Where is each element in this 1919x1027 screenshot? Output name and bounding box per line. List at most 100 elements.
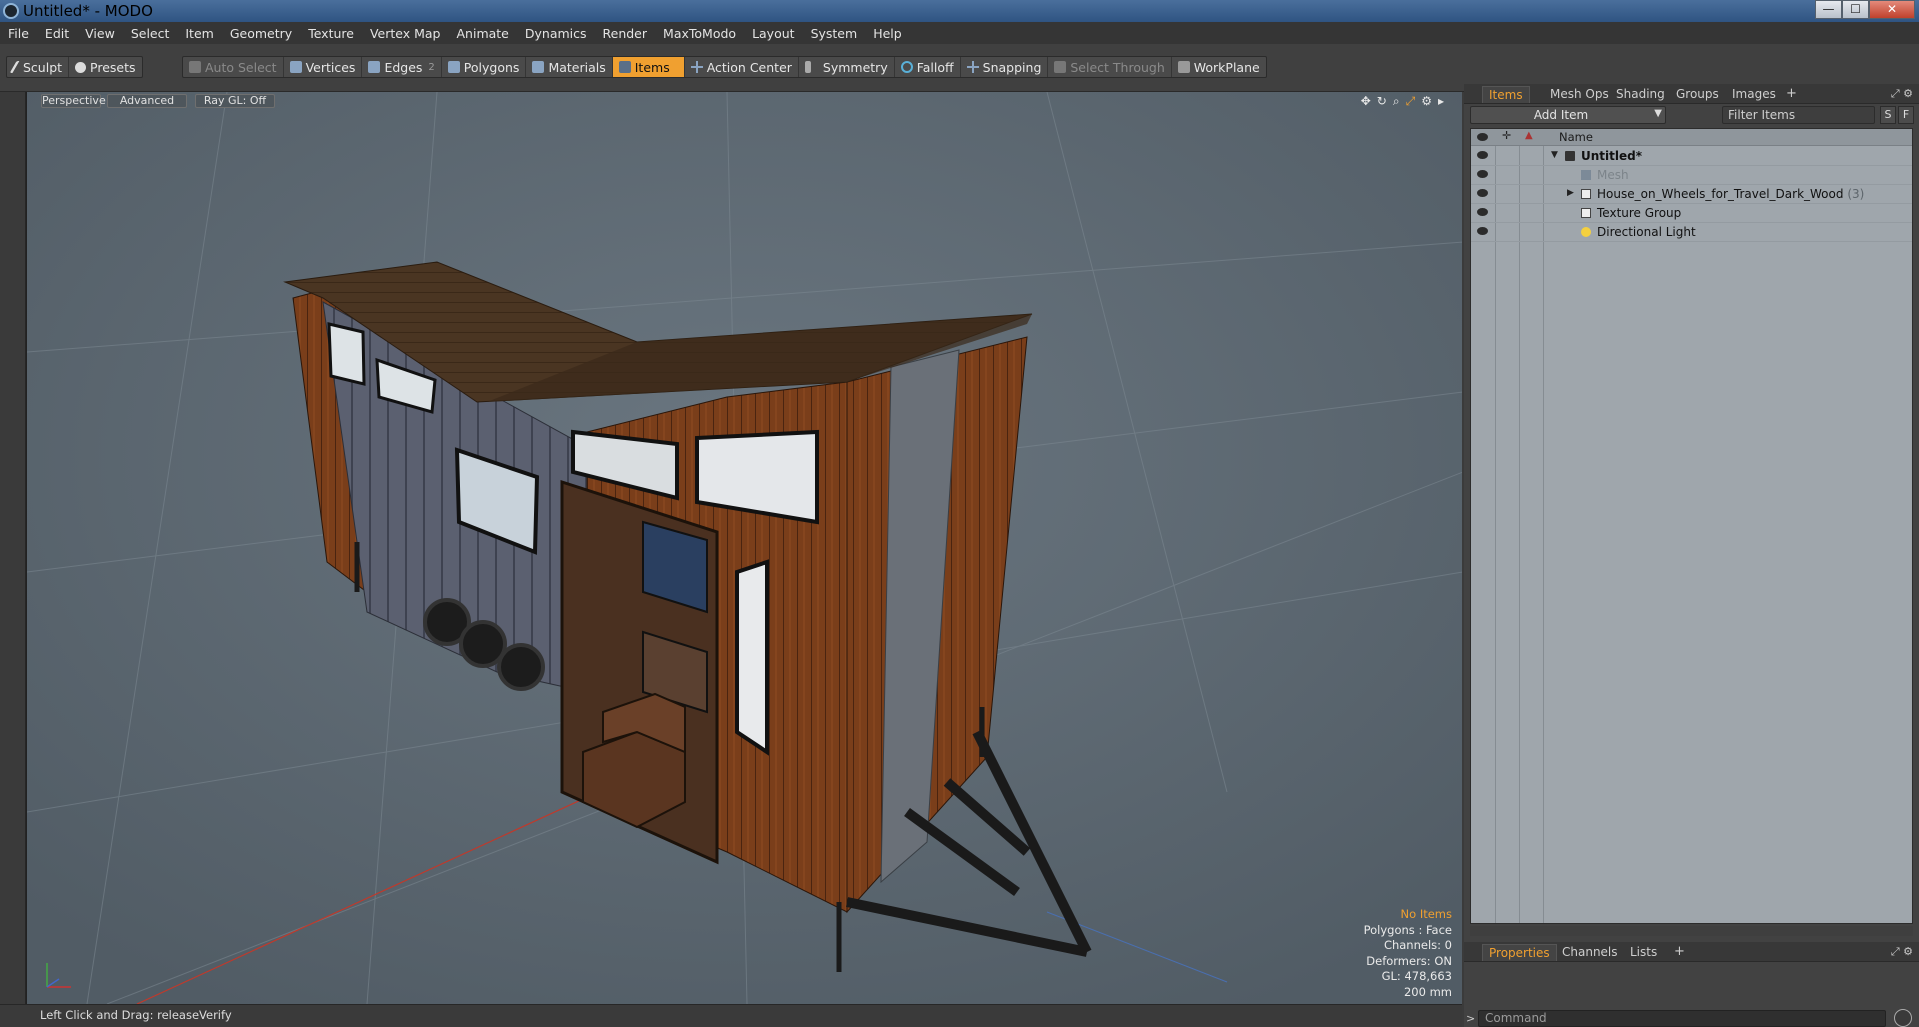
vertices-icon: [289, 61, 302, 73]
menu-help[interactable]: Help: [865, 26, 910, 41]
menu-file[interactable]: File: [0, 26, 37, 41]
menu-view[interactable]: View: [77, 26, 123, 41]
command-history-button[interactable]: [1894, 1009, 1912, 1027]
rotate-view-icon[interactable]: ↻: [1377, 94, 1387, 109]
viewport-nav-icons: ✥ ↻ ⌕ ⤢ ⚙ ▸: [1361, 94, 1444, 109]
menu-item[interactable]: Item: [177, 26, 221, 41]
items-label: Items: [634, 59, 670, 75]
add-item-dropdown[interactable]: Add Item ▼: [1470, 106, 1666, 124]
viewport-raygl-tab[interactable]: Ray GL: Off: [195, 94, 275, 108]
name-column-header[interactable]: Name: [1559, 130, 1593, 144]
list-item-untitled[interactable]: ▼ Untitled*: [1471, 147, 1912, 166]
item-list[interactable]: ✛ ▲ Name ▼ Untitled* Mesh ▶ House_on_Whe…: [1470, 128, 1913, 924]
tab-shading[interactable]: Shading: [1610, 86, 1671, 103]
viewport-header: Perspective Advanced Ray GL: Off: [27, 92, 1462, 110]
list-item-texture-group[interactable]: Texture Group: [1471, 204, 1912, 223]
menu-maxtomodo[interactable]: MaxToModo: [655, 26, 744, 41]
vertices-button[interactable]: Vertices: [284, 57, 363, 77]
filter-items-input[interactable]: Filter Items: [1722, 106, 1875, 124]
lock-column-icon[interactable]: ✛: [1502, 129, 1512, 142]
zoom-view-icon[interactable]: ⌕: [1393, 94, 1400, 109]
item-list-scrollbar[interactable]: [1470, 926, 1913, 936]
viewport-menu-icon[interactable]: ▸: [1438, 94, 1444, 109]
select-through-icon: [1054, 61, 1067, 73]
column-divider: [1543, 129, 1544, 923]
menu-vertex-map[interactable]: Vertex Map: [362, 26, 449, 41]
menu-select[interactable]: Select: [123, 26, 178, 41]
action-center-button[interactable]: Action Center: [685, 57, 799, 77]
add-tab-button[interactable]: +: [1674, 944, 1685, 959]
tab-images[interactable]: Images: [1726, 86, 1782, 103]
select-through-button[interactable]: Select Through: [1048, 57, 1172, 77]
fit-view-icon[interactable]: ⤢: [1406, 94, 1416, 109]
menu-render[interactable]: Render: [595, 26, 656, 41]
viewport-perspective-tab[interactable]: Perspective: [41, 94, 106, 108]
snapping-button[interactable]: Snapping: [961, 57, 1049, 77]
expand-arrow-icon[interactable]: ▼: [1551, 150, 1558, 160]
tab-mesh-ops[interactable]: Mesh Ops: [1544, 86, 1615, 103]
hud-selection: No Items: [1400, 907, 1452, 921]
eye-icon[interactable]: [1477, 208, 1488, 216]
item-label: Mesh: [1597, 168, 1629, 182]
list-item-mesh[interactable]: Mesh: [1471, 166, 1912, 185]
polygons-icon: [447, 61, 460, 73]
3d-viewport[interactable]: Perspective Advanced Ray GL: Off ✥ ↻ ⌕ ⤢…: [26, 92, 1462, 1004]
eye-icon[interactable]: [1477, 151, 1488, 159]
panel-options-icon[interactable]: ⤢ ⚙: [1891, 87, 1913, 101]
menu-bar: File Edit View Select Item Geometry Text…: [0, 22, 1919, 44]
filter-s-button[interactable]: S: [1880, 106, 1896, 124]
expand-arrow-icon[interactable]: ▶: [1567, 188, 1574, 198]
workplane-button[interactable]: WorkPlane: [1172, 57, 1266, 77]
menu-system[interactable]: System: [803, 26, 866, 41]
menu-layout[interactable]: Layout: [744, 26, 803, 41]
menu-dynamics[interactable]: Dynamics: [517, 26, 595, 41]
tab-groups[interactable]: Groups: [1670, 86, 1725, 103]
tab-properties[interactable]: Properties: [1482, 944, 1557, 961]
falloff-label: Falloff: [916, 59, 954, 75]
polygons-button[interactable]: Polygons: [442, 57, 527, 77]
hud-polygons: Polygons : Face: [1363, 922, 1452, 937]
close-button[interactable]: ✕: [1869, 0, 1915, 19]
render-column-icon[interactable]: ▲: [1525, 130, 1535, 141]
presets-button[interactable]: Presets: [69, 57, 142, 77]
viewport-settings-icon[interactable]: ⚙: [1421, 94, 1432, 109]
left-tool-strip[interactable]: [0, 92, 26, 1004]
list-item-directional-light[interactable]: Directional Light: [1471, 223, 1912, 242]
move-view-icon[interactable]: ✥: [1361, 94, 1371, 109]
materials-button[interactable]: Materials: [526, 57, 613, 77]
menu-edit[interactable]: Edit: [37, 26, 77, 41]
panel-options-icon[interactable]: ⤢ ⚙: [1891, 945, 1913, 959]
maximize-button[interactable]: ☐: [1842, 0, 1869, 19]
edges-button[interactable]: Edges 2: [362, 57, 442, 77]
minimize-button[interactable]: —: [1815, 0, 1842, 19]
menu-animate[interactable]: Animate: [449, 26, 517, 41]
falloff-button[interactable]: Falloff: [895, 57, 961, 77]
snapping-icon: [966, 61, 979, 73]
tab-lists[interactable]: Lists: [1624, 944, 1663, 961]
chevron-down-icon: ▼: [1654, 108, 1662, 119]
presets-icon: [75, 61, 87, 73]
viewport-advanced-tab[interactable]: Advanced: [107, 94, 187, 108]
eye-icon[interactable]: [1477, 227, 1488, 235]
filter-f-button[interactable]: F: [1898, 106, 1914, 124]
add-tab-button[interactable]: +: [1786, 86, 1797, 101]
item-label: Texture Group: [1597, 206, 1682, 220]
tab-items[interactable]: Items: [1482, 86, 1530, 103]
vertices-label: Vertices: [305, 59, 356, 75]
viewport-scene[interactable]: [27, 92, 1462, 1004]
menu-texture[interactable]: Texture: [300, 26, 362, 41]
symmetry-button[interactable]: Symmetry: [799, 57, 895, 77]
menu-geometry[interactable]: Geometry: [222, 26, 300, 41]
list-item-house[interactable]: ▶ House_on_Wheels_for_Travel_Dark_Wood (…: [1471, 185, 1912, 204]
sculpt-button[interactable]: Sculpt: [7, 57, 70, 77]
eye-icon[interactable]: [1477, 170, 1488, 178]
command-prompt-icon: >: [1466, 1012, 1476, 1025]
eye-icon[interactable]: [1477, 189, 1488, 197]
items-button[interactable]: Items: [612, 57, 685, 77]
tab-channels[interactable]: Channels: [1556, 944, 1624, 961]
wheel: [497, 643, 545, 691]
auto-select-button[interactable]: Auto Select: [183, 57, 284, 77]
command-input[interactable]: Command: [1478, 1010, 1886, 1027]
modo-logo-icon: [3, 3, 19, 19]
visibility-column-icon[interactable]: [1477, 133, 1488, 141]
